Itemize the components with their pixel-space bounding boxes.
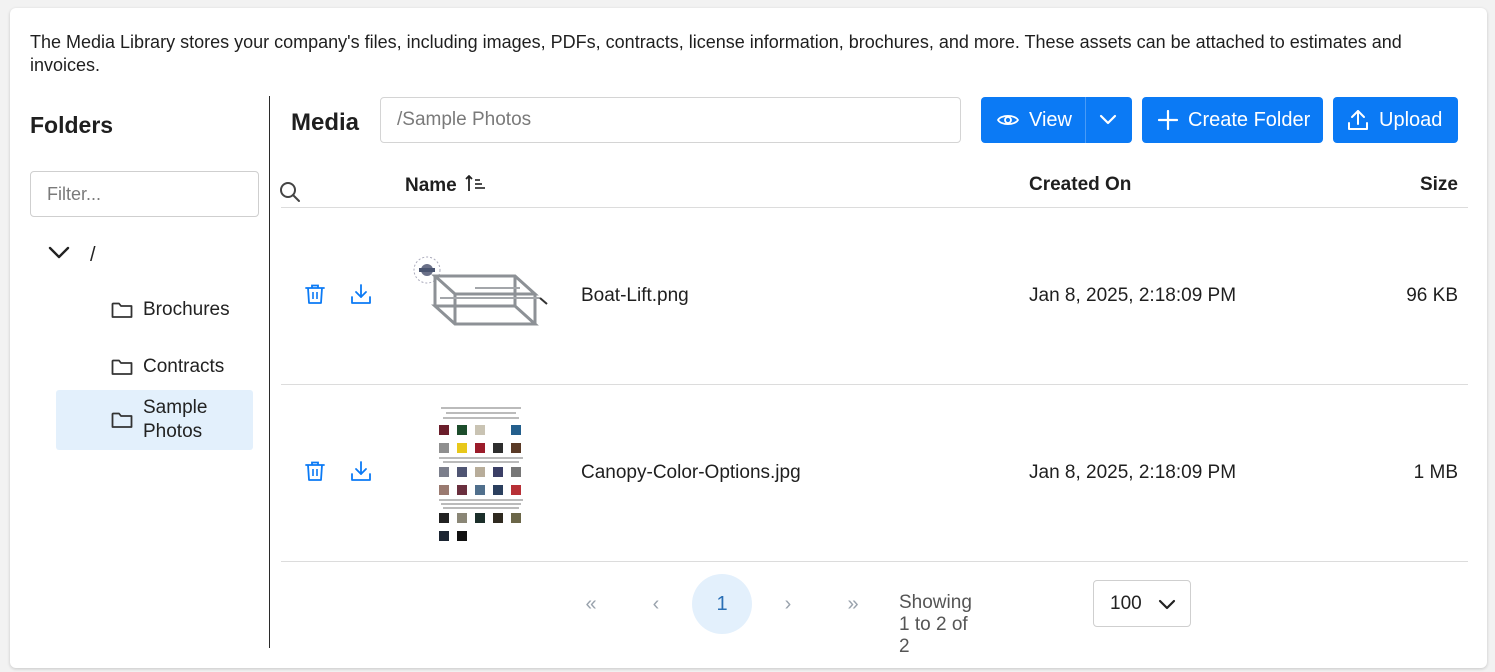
folder-label: Contracts <box>143 356 225 377</box>
folder-filter-input[interactable] <box>47 183 279 205</box>
folder-icon <box>111 411 133 429</box>
create-folder-label: Create Folder <box>1188 108 1311 131</box>
folder-tree-root[interactable]: / <box>48 241 96 269</box>
folder-filter[interactable] <box>30 171 300 217</box>
current-page-button[interactable]: 1 <box>692 574 752 634</box>
folder-item-brochures[interactable]: Brochures <box>56 295 253 325</box>
folders-title: Folders <box>30 112 114 138</box>
file-created-on: Jan 8, 2025, 2:18:09 PM <box>1029 285 1237 306</box>
column-header-size[interactable]: Size <box>1420 174 1458 196</box>
download-icon[interactable] <box>350 460 372 487</box>
next-page-button[interactable]: › <box>758 574 818 634</box>
trash-icon[interactable] <box>304 460 326 487</box>
upload-button[interactable]: Upload <box>1333 97 1458 143</box>
folder-item-sample-photos[interactable]: Sample Photos <box>56 390 253 450</box>
showing-range-text: Showing 1 to 2 of 2 <box>899 592 972 657</box>
rows-per-page-value: 100 <box>1110 592 1142 614</box>
media-title: Media <box>291 109 360 136</box>
last-page-button[interactable]: » <box>823 574 883 634</box>
folder-item-contracts[interactable]: Contracts <box>56 352 253 382</box>
table-header: Name Created On Size <box>281 164 1468 208</box>
file-created-on: Jan 8, 2025, 2:18:09 PM <box>1029 462 1237 483</box>
previous-page-button[interactable]: ‹ <box>626 574 686 634</box>
boat-lift-thumbnail <box>405 246 555 346</box>
folder-icon <box>111 358 133 376</box>
table-row[interactable]: Boat-Lift.png Jan 8, 2025, 2:18:09 PM 96… <box>281 208 1468 385</box>
trash-icon[interactable] <box>304 283 326 310</box>
column-header-name[interactable]: Name <box>405 174 487 198</box>
create-folder-button[interactable]: Create Folder <box>1142 97 1323 143</box>
view-button-divider <box>1085 97 1086 143</box>
media-library-card: The Media Library stores your company's … <box>10 8 1487 668</box>
plus-icon <box>1158 110 1178 130</box>
root-folder-label: / <box>90 243 96 266</box>
view-button-label: View <box>1029 108 1072 131</box>
folder-label: Brochures <box>143 299 230 320</box>
folders-sidebar: Folders / Brochures Contracts <box>30 96 300 648</box>
first-page-button[interactable]: « <box>561 574 621 634</box>
upload-label: Upload <box>1379 108 1443 131</box>
folder-icon <box>111 301 133 319</box>
chevron-down-icon[interactable] <box>1099 110 1117 134</box>
canopy-color-options-thumbnail <box>431 401 531 556</box>
eye-icon <box>997 112 1019 128</box>
download-icon[interactable] <box>350 283 372 310</box>
file-size: 96 KB <box>1406 285 1458 306</box>
path-input[interactable] <box>380 97 961 143</box>
intro-text: The Media Library stores your company's … <box>30 32 1402 75</box>
file-size: 1 MB <box>1413 462 1458 483</box>
view-button[interactable]: View <box>981 97 1132 143</box>
column-header-created-on[interactable]: Created On <box>1029 174 1131 196</box>
column-name-label: Name <box>405 175 457 196</box>
folder-label: Sample Photos <box>143 397 208 442</box>
upload-icon <box>1347 109 1369 131</box>
file-name[interactable]: Canopy-Color-Options.jpg <box>581 462 801 484</box>
chevron-down-icon[interactable] <box>48 246 70 265</box>
file-name[interactable]: Boat-Lift.png <box>581 285 689 307</box>
sort-ascending-icon[interactable] <box>465 174 487 198</box>
rows-per-page-select[interactable]: 100 <box>1093 580 1191 627</box>
chevron-down-icon <box>1158 596 1176 618</box>
table-row[interactable]: Canopy-Color-Options.jpg Jan 8, 2025, 2:… <box>281 385 1468 562</box>
